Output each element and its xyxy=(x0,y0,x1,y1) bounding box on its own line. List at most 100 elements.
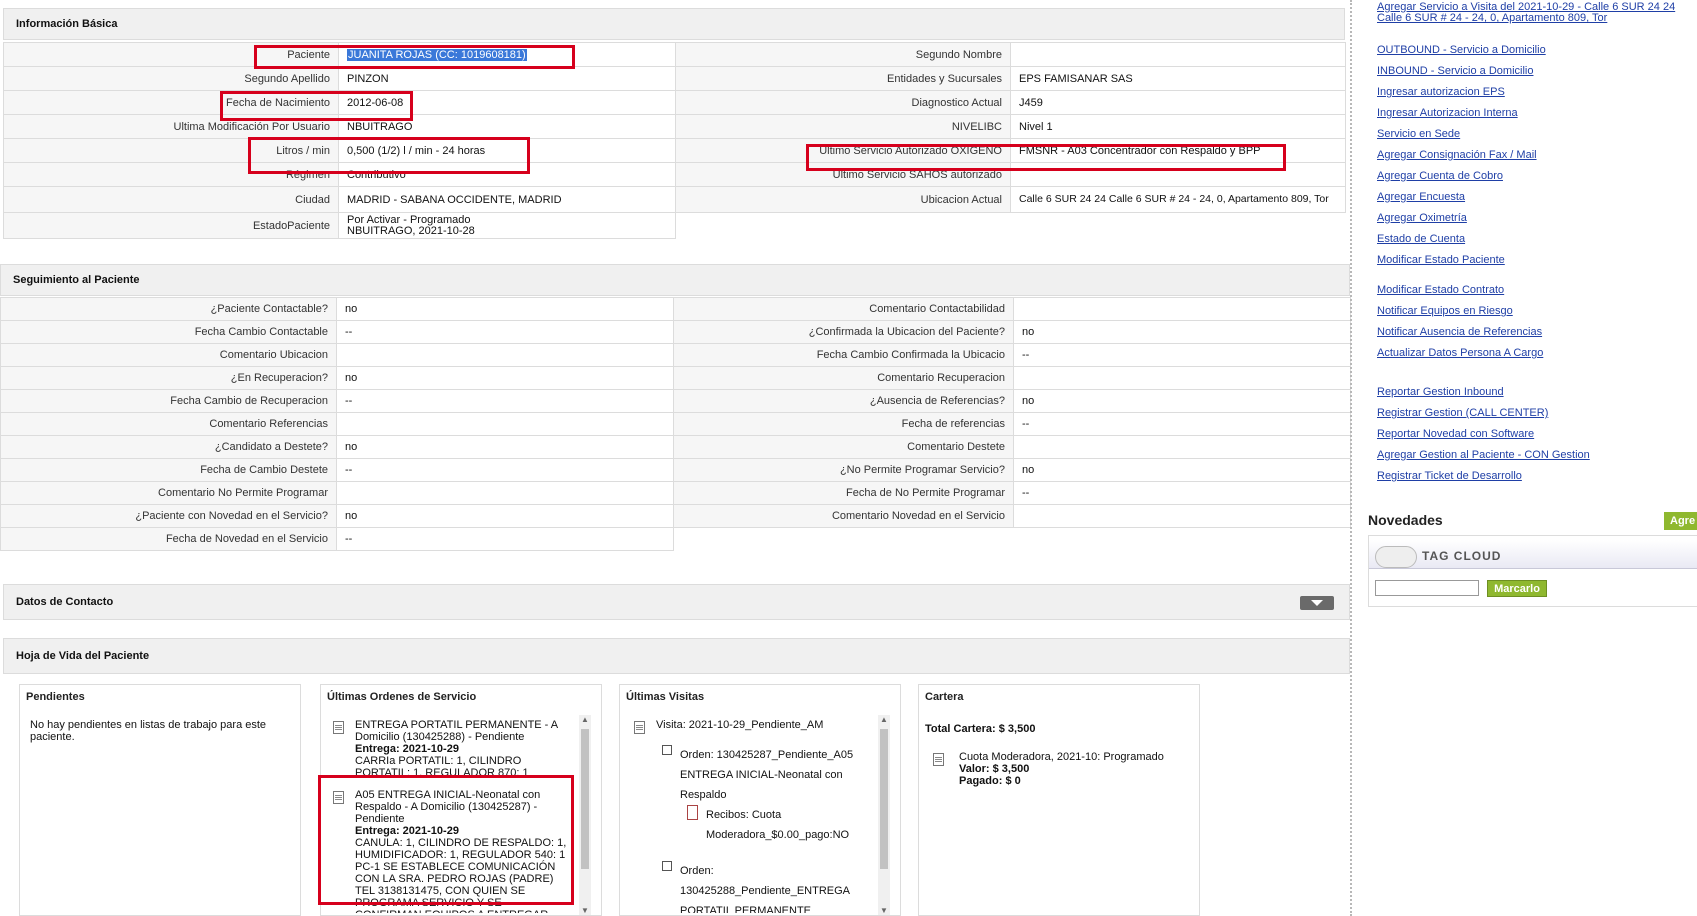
field-value-text: Calle 6 SUR 24 24 Calle 6 SUR # 24 - 24,… xyxy=(1019,193,1329,205)
basic-info-title: Información Básica xyxy=(16,18,118,30)
sidebar-link[interactable]: Reportar Novedad con Software xyxy=(1377,428,1534,440)
sidebar-link[interactable]: Agregar Consignación Fax / Mail xyxy=(1377,149,1537,161)
field-label-text: Litros / min xyxy=(276,144,330,157)
basic-info-header: Información Básica xyxy=(3,8,1345,40)
contacto-header[interactable]: Datos de Contacto xyxy=(3,584,1350,620)
sidebar-link[interactable]: Agregar Oximetría xyxy=(1377,212,1467,224)
field-value: no xyxy=(1013,458,1351,482)
visitas-title: Últimas Visitas xyxy=(626,691,705,703)
field-label-text: ¿Confirmada la Ubicacion del Paciente? xyxy=(808,326,1005,338)
field-value xyxy=(336,343,674,367)
cartera-panel: Cartera Total Cartera: $ 3,500 Cuota Mod… xyxy=(918,684,1200,916)
vertical-divider xyxy=(1350,0,1352,916)
sidebar-link[interactable]: Estado de Cuenta xyxy=(1377,233,1465,245)
field-label: ¿En Recuperacion? xyxy=(0,366,337,390)
field-label: Fecha de Nacimiento xyxy=(3,90,339,115)
sidebar-link[interactable]: Modificar Estado Paciente xyxy=(1377,254,1505,266)
sidebar-link[interactable]: Notificar Ausencia de Referencias xyxy=(1377,326,1542,338)
field-label-text: Comentario Recuperacion xyxy=(877,372,1005,384)
sidebar-link[interactable]: Agregar Cuenta de Cobro xyxy=(1377,170,1503,182)
field-value: -- xyxy=(1013,412,1351,436)
visita-label[interactable]: Visita: 2021-10-29_Pendiente_AM xyxy=(656,719,823,731)
field-value-text: no xyxy=(345,510,358,522)
field-label-text: Comentario Referencias xyxy=(209,418,328,430)
seguimiento-row: Fecha de Novedad en el Servicio -- xyxy=(0,527,1351,551)
document-icon xyxy=(634,721,645,734)
pendientes-title: Pendientes xyxy=(26,691,85,703)
field-value xyxy=(1010,162,1346,187)
field-label: Fecha de Cambio Destete xyxy=(0,458,337,482)
field-label: Comentario Referencias xyxy=(0,412,337,436)
field-label-text: Fecha Cambio de Recuperacion xyxy=(170,395,328,407)
orden-1-entrega: Entrega: 2021-10-29 xyxy=(355,743,459,755)
sidebar-link[interactable]: Ingresar Autorizacion Interna xyxy=(1377,107,1518,119)
field-value xyxy=(1013,435,1351,459)
field-value-text: Por Activar - Programado NBUITRAGO, 2021… xyxy=(347,213,475,237)
cartera-total: Total Cartera: $ 3,500 xyxy=(925,723,1036,735)
field-value-text: EPS FAMISANAR SAS xyxy=(1019,72,1133,85)
orden-1-detail: CARRIa PORTATIL: 1, CILINDRO PORTATIL: 1… xyxy=(355,755,529,779)
basic-info-row: Fecha de Nacimiento 2012-06-08 Diagnostico… xyxy=(3,90,1346,115)
field-value: no xyxy=(336,504,674,528)
sidebar-link[interactable]: Actualizar Datos Persona A Cargo xyxy=(1377,347,1543,359)
field-label-text: Fecha de No Permite Programar xyxy=(846,487,1005,499)
sidebar-link[interactable]: Registrar Ticket de Desarrollo xyxy=(1377,470,1522,482)
field-value xyxy=(336,412,674,436)
field-value: 0,500 (1/2) l / min - 24 horas xyxy=(338,138,676,163)
seguimiento-row: ¿Paciente Contactable? no Comentario Conta… xyxy=(0,297,1351,321)
field-label-text: Fecha de Nacimiento xyxy=(226,96,330,109)
field-value xyxy=(1013,504,1351,528)
sidebar-link[interactable]: Reportar Gestion Inbound xyxy=(1377,386,1504,398)
field-label-text: Paciente xyxy=(287,48,330,61)
seguimiento-row: Fecha de Cambio Destete -- ¿No Permite Pro… xyxy=(0,458,1351,482)
field-label-text: ¿Paciente con Novedad en el Servicio? xyxy=(135,510,328,522)
field-value-text: Nivel 1 xyxy=(1019,120,1053,133)
sidebar-link[interactable]: Agregar Servicio a Visita del 2021-10-29… xyxy=(1377,2,1697,24)
field-label: Ultima Modificación Por Usuario xyxy=(3,114,339,139)
field-label: Fecha de referencias xyxy=(673,412,1014,436)
visita-recibos: Recibos: Cuota Moderadora_$0.00_pago:NO xyxy=(706,809,850,841)
orden-1-head[interactable]: ENTREGA PORTATIL PERMANENTE - A Domicili… xyxy=(355,719,565,743)
field-label: Régimen xyxy=(3,162,339,187)
visitas-list[interactable]: Visita: 2021-10-29_Pendiente_AM Orden: 1… xyxy=(620,713,888,913)
visita-orden-1[interactable]: Orden: 130425287_Pendiente_A05 ENTREGA I… xyxy=(680,745,870,805)
document-icon xyxy=(333,791,344,804)
visita-orden-2[interactable]: Orden: 130425288_Pendiente_ENTREGA PORTA… xyxy=(680,861,870,913)
orden-2-detail: CANULA: 1, CILINDRO DE RESPALDO: 1, HUMI… xyxy=(355,837,567,913)
sidebar-link[interactable]: Servicio en Sede xyxy=(1377,128,1460,140)
sidebar-link[interactable]: OUTBOUND - Servicio a Domicilio xyxy=(1377,44,1546,56)
hoja-vida-title: Hoja de Vida del Paciente xyxy=(16,650,150,662)
expand-toggle-icon[interactable] xyxy=(1300,596,1334,610)
field-value: J459 xyxy=(1010,90,1346,115)
basic-info-row: Régimen Contributivo Ultimo Servicio SAHOS… xyxy=(3,162,1346,187)
field-label: ¿Ausencia de Referencias? xyxy=(673,389,1014,413)
field-label: Último Servicio Autorizado OXIGENO xyxy=(675,138,1011,163)
seguimiento-row: Fecha Cambio Contactable -- ¿Confirmada la… xyxy=(0,320,1351,344)
marcarlo-input[interactable] xyxy=(1375,580,1479,596)
sidebar-link[interactable]: Agregar Gestion al Paciente - CON Gestio… xyxy=(1377,449,1590,461)
field-label: Comentario Contactabilidad xyxy=(673,297,1014,321)
basic-info-row: Litros / min 0,500 (1/2) l / min - 24 hor… xyxy=(3,138,1346,163)
ordenes-scrollbar[interactable]: ▲ ▼ xyxy=(579,715,591,915)
orden-2-head[interactable]: A05 ENTREGA INICIAL-Neonatal con Respald… xyxy=(355,789,555,825)
sidebar-link[interactable]: Ingresar autorizacion EPS xyxy=(1377,86,1505,98)
sidebar-link[interactable]: INBOUND - Servicio a Domicilio xyxy=(1377,65,1533,77)
ordenes-title: Últimas Ordenes de Servicio xyxy=(327,691,477,703)
sidebar-link[interactable]: Notificar Equipos en Riesgo xyxy=(1377,305,1513,317)
marcarlo-button[interactable]: Marcarlo xyxy=(1487,580,1547,597)
field-label: EstadoPaciente xyxy=(3,212,339,239)
agregar-novedad-button[interactable]: Agre xyxy=(1664,512,1697,530)
seguimiento-title: Seguimiento al Paciente xyxy=(13,274,140,286)
sidebar-link[interactable]: Agregar Encuesta xyxy=(1377,191,1465,203)
field-label: Litros / min xyxy=(3,138,339,163)
sidebar-link[interactable]: Modificar Estado Contrato xyxy=(1377,284,1504,296)
field-value-text: -- xyxy=(1022,418,1030,430)
field-value-text: MADRID - SABANA OCCIDENTE, MADRID xyxy=(347,193,562,206)
order-node-icon xyxy=(662,745,672,755)
sidebar-link[interactable]: Registrar Gestion (CALL CENTER) xyxy=(1377,407,1548,419)
field-value: Contributivo xyxy=(338,162,676,187)
pendientes-panel: Pendientes No hay pendientes en listas d… xyxy=(19,684,301,916)
ordenes-list[interactable]: ENTREGA PORTATIL PERMANENTE - A Domicili… xyxy=(321,713,589,913)
visitas-scrollbar[interactable]: ▲ ▼ xyxy=(878,715,890,915)
novedades-title: Novedades xyxy=(1368,512,1443,528)
